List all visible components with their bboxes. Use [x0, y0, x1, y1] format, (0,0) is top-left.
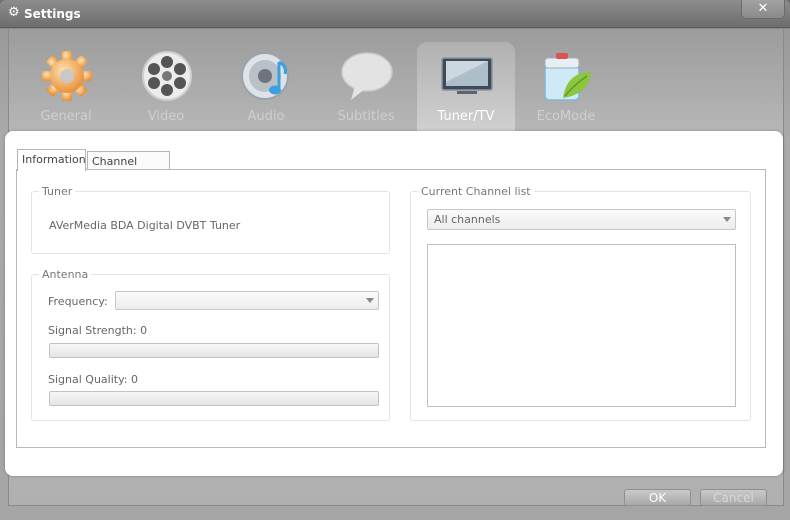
chevron-down-icon: [723, 217, 731, 222]
signal-strength-bar: [49, 343, 379, 358]
antenna-legend: Antenna: [39, 268, 92, 281]
title-bar[interactable]: ⚙ Settings ✕: [0, 0, 790, 28]
subtab-information[interactable]: Information: [17, 149, 86, 171]
tab-subtitles[interactable]: Subtitles: [317, 42, 415, 132]
signal-quality-label: Signal Quality: 0: [48, 373, 138, 386]
gear-icon: ⚙: [8, 5, 20, 20]
tab-label: Video: [147, 109, 185, 124]
chevron-down-icon: [366, 298, 374, 303]
cancel-button[interactable]: Cancel: [700, 489, 767, 506]
tab-label: EcoMode: [536, 109, 596, 124]
channel-list-legend: Current Channel list: [418, 185, 534, 198]
channel-filter-select[interactable]: All channels: [427, 209, 736, 230]
window-title: Settings: [24, 7, 81, 21]
battery-leaf-icon: [544, 53, 591, 101]
frequency-label: Frequency:: [48, 295, 108, 308]
tab-label: Tuner/TV: [437, 109, 495, 124]
close-button[interactable]: ✕: [741, 0, 785, 19]
tuner-device-name: AVerMedia BDA Digital DVBT Tuner: [49, 219, 241, 232]
gear-icon: [42, 51, 92, 101]
tab-audio[interactable]: Audio: [217, 42, 315, 132]
tab-general[interactable]: General: [17, 42, 115, 132]
frequency-select[interactable]: [115, 291, 379, 310]
tab-label: Audio: [247, 109, 285, 124]
speech-bubble-icon: [341, 52, 393, 100]
subtab-channel-search[interactable]: Channel search: [87, 151, 170, 187]
signal-strength-label: Signal Strength: 0: [48, 324, 148, 337]
settings-window: ⚙ Settings ✕ General Video Audio Subtitl…: [0, 0, 790, 520]
film-reel-icon: [142, 51, 192, 101]
tab-label: Subtitles: [337, 109, 395, 124]
tv-monitor-icon: [441, 57, 493, 94]
tab-video[interactable]: Video: [117, 42, 215, 132]
speaker-note-icon: [241, 52, 289, 100]
tab-label: General: [40, 109, 92, 124]
ok-button[interactable]: OK: [624, 489, 691, 506]
tab-tuner-tv[interactable]: Tuner/TV: [417, 42, 515, 132]
signal-quality-bar: [49, 391, 379, 406]
tuner-legend: Tuner: [39, 185, 76, 198]
channel-filter-value: All channels: [434, 213, 501, 226]
tab-ecomode[interactable]: EcoMode: [517, 42, 615, 132]
channel-list[interactable]: [427, 244, 736, 407]
